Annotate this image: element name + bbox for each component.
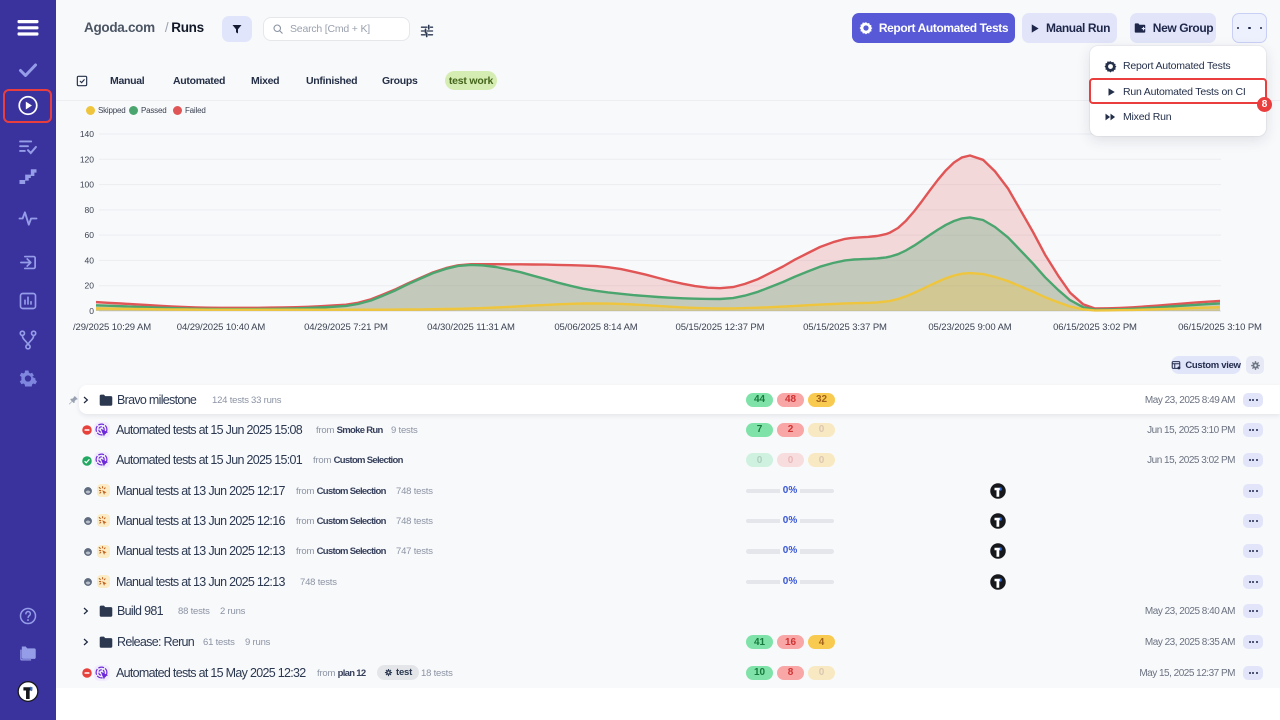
svg-text:06/15/2025 3:10 PM: 06/15/2025 3:10 PM — [1178, 322, 1262, 333]
svg-text:80: 80 — [85, 205, 95, 215]
svg-text:0: 0 — [89, 306, 94, 316]
svg-text:05/15/2025 3:37 PM: 05/15/2025 3:37 PM — [803, 322, 887, 333]
svg-text:04/29/2025 10:40 AM: 04/29/2025 10:40 AM — [177, 322, 266, 333]
svg-text:120: 120 — [80, 154, 94, 164]
svg-text:/29/2025 10:29 AM: /29/2025 10:29 AM — [73, 322, 151, 333]
svg-text:05/15/2025 12:37 PM: 05/15/2025 12:37 PM — [676, 322, 765, 333]
svg-text:06/15/2025 3:02 PM: 06/15/2025 3:02 PM — [1053, 322, 1137, 333]
svg-text:60: 60 — [85, 230, 95, 240]
svg-text:40: 40 — [85, 255, 95, 265]
svg-text:05/23/2025 9:00 AM: 05/23/2025 9:00 AM — [928, 322, 1011, 333]
svg-text:140: 140 — [80, 129, 94, 139]
svg-text:100: 100 — [80, 180, 94, 190]
svg-text:04/29/2025 7:21 PM: 04/29/2025 7:21 PM — [304, 322, 388, 333]
svg-text:04/30/2025 11:31 AM: 04/30/2025 11:31 AM — [427, 322, 515, 333]
svg-text:20: 20 — [85, 281, 95, 291]
svg-text:05/06/2025 8:14 AM: 05/06/2025 8:14 AM — [554, 322, 637, 333]
